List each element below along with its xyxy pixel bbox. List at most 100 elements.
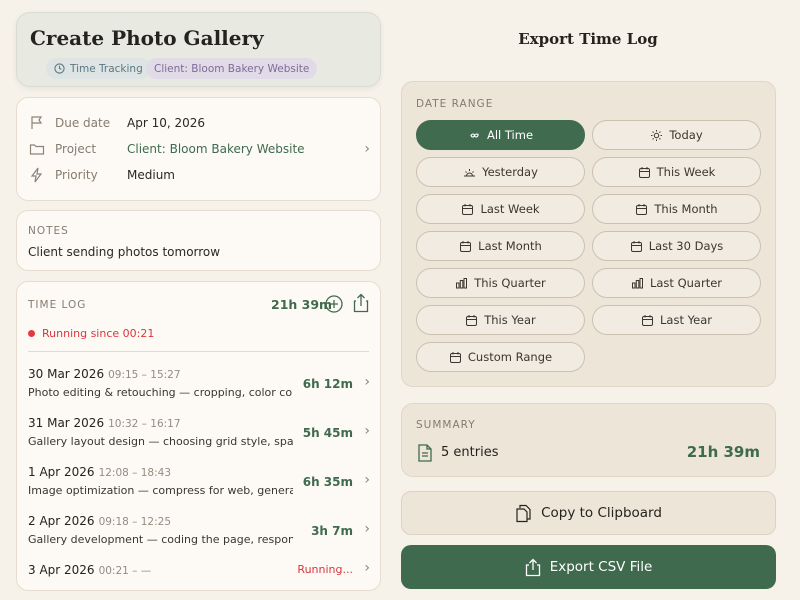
log-entry-duration: 3h 7m (311, 524, 353, 538)
log-entry[interactable]: 2 Apr 2026 09:18 – 12:25 Gallery developm… (28, 514, 370, 554)
time-log-total: 21h 39m (271, 297, 333, 312)
copy-icon (516, 504, 531, 522)
task-header-card: Create Photo Gallery Time Tracking Clien… (16, 12, 381, 87)
chevron-right-icon: › (364, 374, 370, 390)
date-range-card: DATE RANGE All Time Today Yesterday This We… (401, 81, 776, 387)
log-entry[interactable]: 31 Mar 2026 10:32 – 16:17 Gallery layout … (28, 416, 370, 456)
range-option-custom-range[interactable]: Custom Range (416, 342, 585, 372)
priority-value: Medium (127, 168, 175, 182)
range-option-label: Today (669, 128, 703, 142)
log-entry-description: Image optimization — compress for web, g… (28, 484, 293, 497)
export-csv-button[interactable]: Export CSV File (401, 545, 776, 589)
time-tracking-chip-label: Time Tracking (70, 62, 143, 75)
time-log-heading: TIME LOG (28, 299, 87, 311)
log-entry[interactable]: 1 Apr 2026 12:08 – 18:43 Image optimizati… (28, 465, 370, 505)
range-option-label: Last Week (480, 202, 540, 216)
client-chip[interactable]: Client: Bloom Bakery Website (146, 58, 318, 79)
range-option-label: Last Year (660, 313, 712, 327)
priority-label: Priority (55, 168, 98, 182)
calendar-icon (460, 240, 472, 252)
range-option-this-month[interactable]: This Month (592, 194, 761, 224)
log-entry-date: 31 Mar 2026 (28, 416, 105, 430)
task-details-card: Due date Apr 10, 2026 Project Client: Bl… (16, 97, 381, 201)
chevron-right-icon: › (364, 423, 370, 439)
share-icon[interactable] (352, 293, 370, 313)
time-log-card: TIME LOG 21h 39m Running since 00:21 30 … (16, 281, 381, 591)
range-option-this-year[interactable]: This Year (416, 305, 585, 335)
due-date-row: Due date Apr 10, 2026 (29, 112, 370, 134)
sunset-icon (464, 168, 476, 176)
log-entry-times: 12:08 – 18:43 (98, 467, 172, 479)
clock-icon (54, 63, 65, 74)
range-option-this-week[interactable]: This Week (592, 157, 761, 187)
range-option-last-30-days[interactable]: Last 30 Days (592, 231, 761, 261)
range-option-label: Yesterday (482, 165, 538, 179)
range-option-label: Last 30 Days (648, 239, 724, 253)
log-entry-duration: 6h 35m (302, 475, 353, 489)
chevron-right-icon: › (364, 560, 370, 576)
summary-entries: 5 entries (441, 445, 499, 460)
bar-chart-icon (631, 277, 643, 288)
range-option-all-time[interactable]: All Time (416, 120, 585, 150)
export-csv-label: Export CSV File (549, 559, 653, 575)
log-entry-date: 1 Apr 2026 (28, 465, 95, 479)
task-title: Create Photo Gallery (30, 26, 264, 50)
range-option-label: This Month (654, 202, 718, 216)
summary-heading: SUMMARY (416, 419, 476, 431)
log-entry-times: 00:21 – — (98, 565, 152, 577)
notes-heading: NOTES (28, 225, 69, 237)
project-value[interactable]: Client: Bloom Bakery Website (127, 142, 364, 156)
chevron-right-icon: › (364, 141, 370, 157)
range-option-last-quarter[interactable]: Last Quarter (592, 268, 761, 298)
notes-card: NOTES Client sending photos tomorrow (16, 210, 381, 271)
calendar-icon (638, 166, 650, 178)
due-date-label: Due date (55, 116, 111, 130)
log-entry-duration: Running... (297, 563, 353, 576)
calendar-icon (449, 351, 461, 363)
sun-icon (651, 129, 663, 141)
copy-to-clipboard-button[interactable]: Copy to Clipboard (401, 491, 776, 535)
range-option-last-week[interactable]: Last Week (416, 194, 585, 224)
log-entry-running[interactable]: 3 Apr 2026 00:21 – — Running... › (28, 560, 370, 590)
range-option-label: All Time (486, 128, 534, 142)
summary-card: SUMMARY 5 entries 21h 39m (401, 403, 776, 477)
calendar-icon (636, 203, 648, 215)
date-range-heading: DATE RANGE (416, 98, 494, 110)
range-option-label: This Week (656, 165, 716, 179)
add-circle-icon[interactable] (325, 295, 343, 313)
flag-icon (31, 116, 43, 129)
running-indicator: Running since 00:21 (28, 327, 154, 340)
range-option-label: Last Quarter (649, 276, 723, 290)
range-option-last-month[interactable]: Last Month (416, 231, 585, 261)
range-option-last-year[interactable]: Last Year (592, 305, 761, 335)
infinity-icon (470, 132, 479, 138)
range-option-label: Custom Range (467, 350, 553, 364)
notes-text[interactable]: Client sending photos tomorrow (28, 245, 220, 259)
range-option-label: This Quarter (474, 276, 546, 290)
copy-to-clipboard-label: Copy to Clipboard (541, 505, 662, 521)
bar-chart-icon (456, 277, 468, 288)
document-icon (418, 444, 432, 462)
client-chip-label: Client: Bloom Bakery Website (154, 62, 310, 75)
divider (28, 351, 369, 352)
range-option-yesterday[interactable]: Yesterday (416, 157, 585, 187)
range-option-label: Last Month (478, 239, 542, 253)
calendar-icon (466, 314, 478, 326)
project-row[interactable]: Project Client: Bloom Bakery Website › (29, 138, 370, 160)
due-date-value: Apr 10, 2026 (127, 116, 206, 130)
log-entry-duration: 5h 45m (302, 426, 353, 440)
running-text: Running since 00:21 (42, 327, 155, 340)
export-title: Export Time Log (518, 30, 658, 48)
range-option-this-quarter[interactable]: This Quarter (416, 268, 585, 298)
folder-icon (29, 144, 45, 155)
calendar-icon (642, 314, 654, 326)
project-label: Project (55, 142, 97, 156)
log-entry-date: 2 Apr 2026 (28, 514, 95, 528)
log-entry[interactable]: 30 Mar 2026 09:15 – 15:27 Photo editing &… (28, 367, 370, 407)
time-tracking-chip[interactable]: Time Tracking (46, 58, 151, 79)
log-entry-times: 09:18 – 12:25 (98, 516, 172, 528)
range-option-today[interactable]: Today (592, 120, 761, 150)
summary-total: 21h 39m (686, 443, 760, 461)
running-dot (28, 330, 35, 337)
log-entry-times: 09:15 – 15:27 (108, 369, 181, 381)
